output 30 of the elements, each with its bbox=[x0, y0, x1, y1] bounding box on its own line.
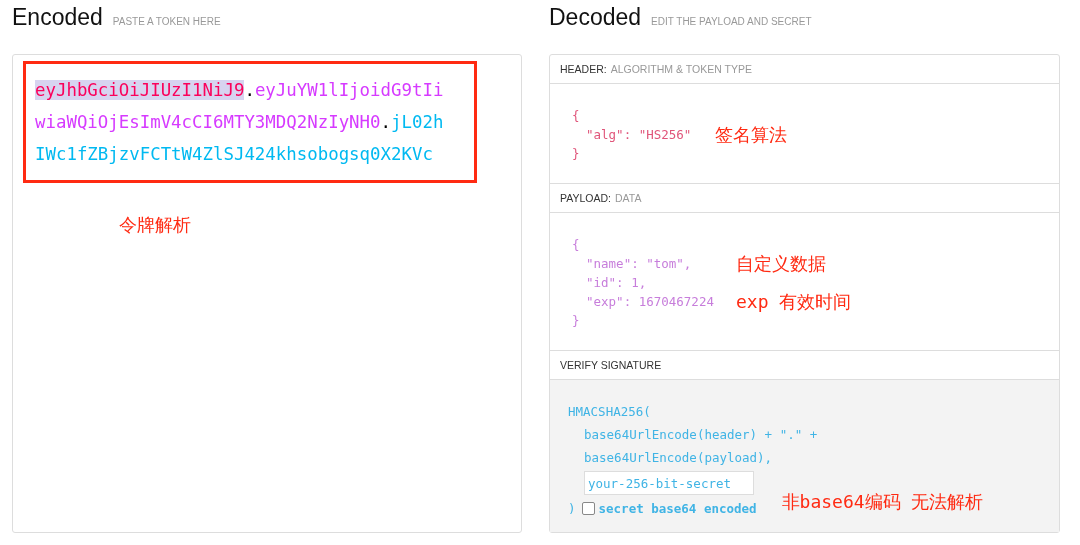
json-entry[interactable]: "exp": 1670467224 bbox=[572, 294, 736, 309]
checkbox-label[interactable]: secret base64 encoded bbox=[598, 501, 757, 516]
json-entry[interactable]: "id": 1, bbox=[572, 275, 736, 290]
annotation-note: 签名算法 bbox=[715, 122, 787, 147]
annotation-note: 自定义数据 bbox=[736, 251, 826, 276]
json-entry[interactable]: "alg": "HS256" bbox=[572, 127, 715, 142]
encoded-title: Encoded bbox=[12, 4, 103, 31]
code-line: base64UrlEncode(payload), bbox=[584, 450, 773, 465]
section-label: HEADER: bbox=[560, 63, 607, 75]
code-line: ) bbox=[568, 501, 576, 516]
decoded-title: Decoded bbox=[549, 4, 642, 31]
annotation-note: 非base64编码 无法解析 bbox=[781, 489, 984, 514]
section-label: VERIFY SIGNATURE bbox=[560, 359, 662, 371]
annotation-note: exp 有效时间 bbox=[736, 289, 852, 314]
section-label: PAYLOAD: bbox=[560, 192, 611, 204]
code-brace: } bbox=[572, 313, 580, 328]
encoded-subtitle: PASTE A TOKEN HERE bbox=[112, 16, 221, 27]
secret-field[interactable]: your-256-bit-secret bbox=[584, 471, 754, 495]
code-brace: { bbox=[572, 108, 580, 123]
token-field[interactable]: eyJhbGciOiJIUzI1NiJ9.eyJuYW1lIjoidG9tIiwiaWQiOjEsImV4cCI6MTY3MDQ2NzIyNH0.jL02hIWc1fZBjzvFCTtW4ZlSJ424khsobogsq0X2KVc bbox=[35, 74, 449, 170]
code-brace: } bbox=[572, 146, 580, 161]
json-entry[interactable]: "name": "tom", bbox=[572, 256, 736, 271]
decoded-subtitle: EDIT THE PAYLOAD AND SECRET bbox=[651, 16, 812, 27]
annotation-note: 令牌解析 bbox=[119, 214, 192, 237]
checkbox[interactable] bbox=[581, 502, 595, 515]
code-brace: { bbox=[572, 237, 580, 252]
section-sublabel: ALGORITHM & TOKEN TYPE bbox=[610, 63, 752, 75]
code-line: base64UrlEncode(header) + "." + bbox=[584, 427, 818, 442]
section-sublabel: DATA bbox=[614, 192, 642, 204]
code-line: HMACSHA256( bbox=[568, 404, 651, 419]
